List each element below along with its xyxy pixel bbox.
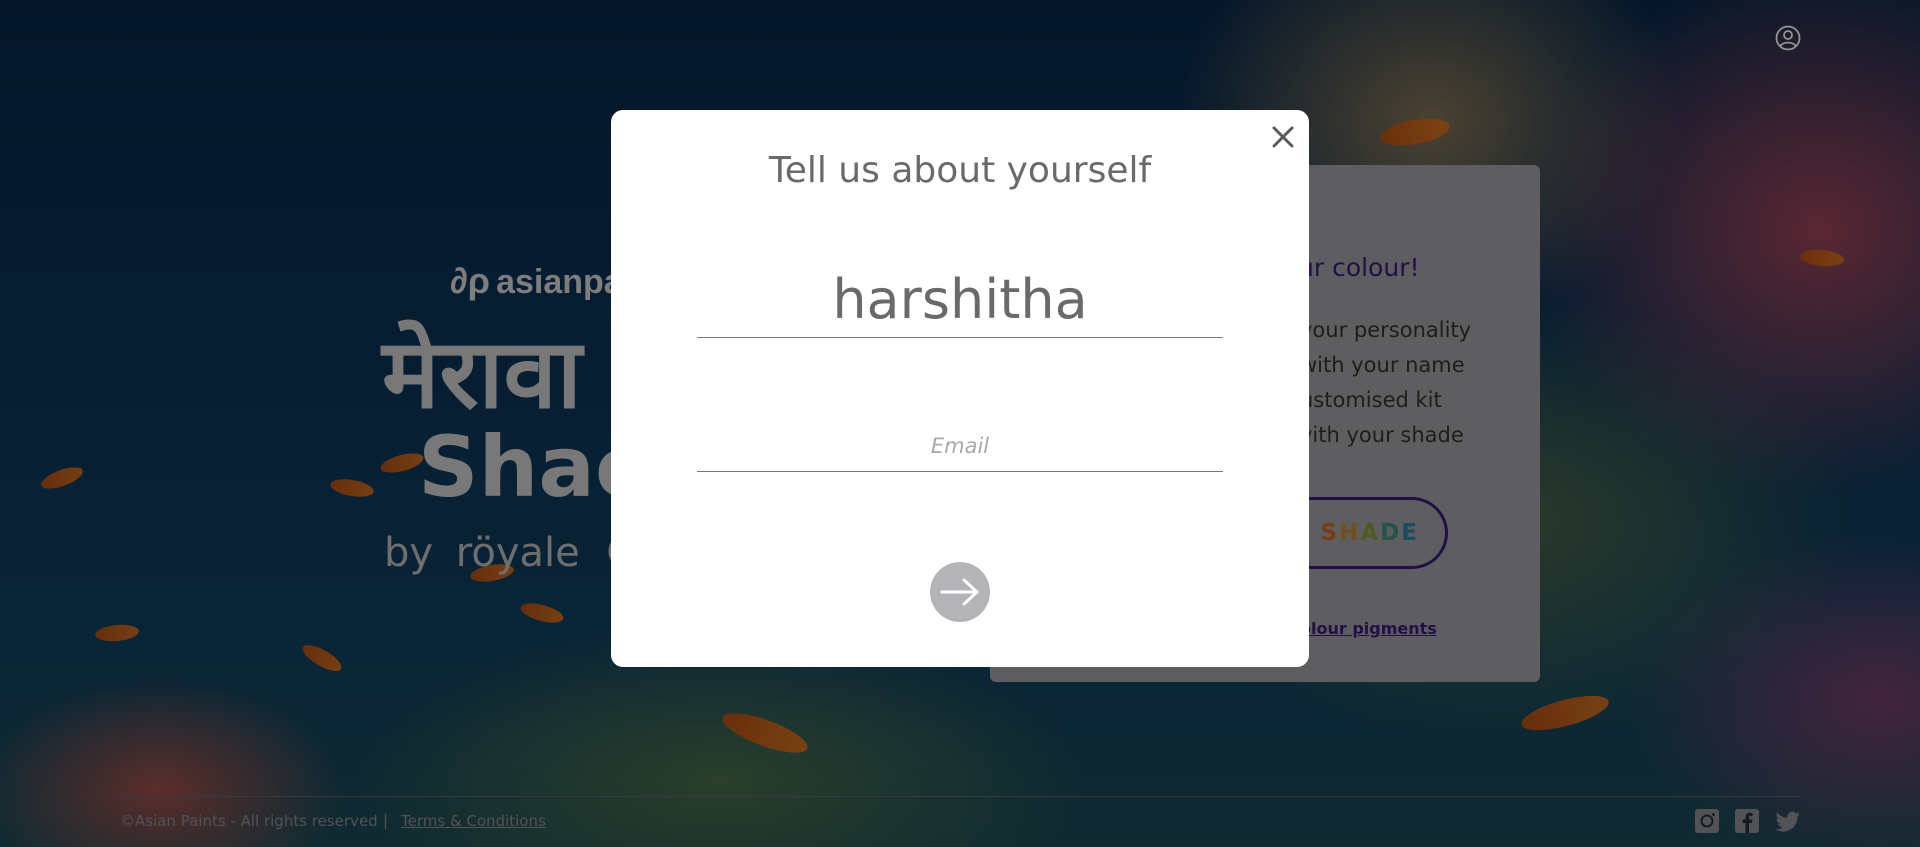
submit-button[interactable] (930, 562, 990, 622)
modal-title: Tell us about yourself (768, 150, 1152, 191)
modal-close-button[interactable] (1268, 122, 1298, 152)
email-field[interactable] (697, 420, 1223, 472)
close-icon (1272, 126, 1294, 148)
arrow-right-icon (940, 578, 979, 606)
name-field[interactable] (697, 262, 1223, 338)
